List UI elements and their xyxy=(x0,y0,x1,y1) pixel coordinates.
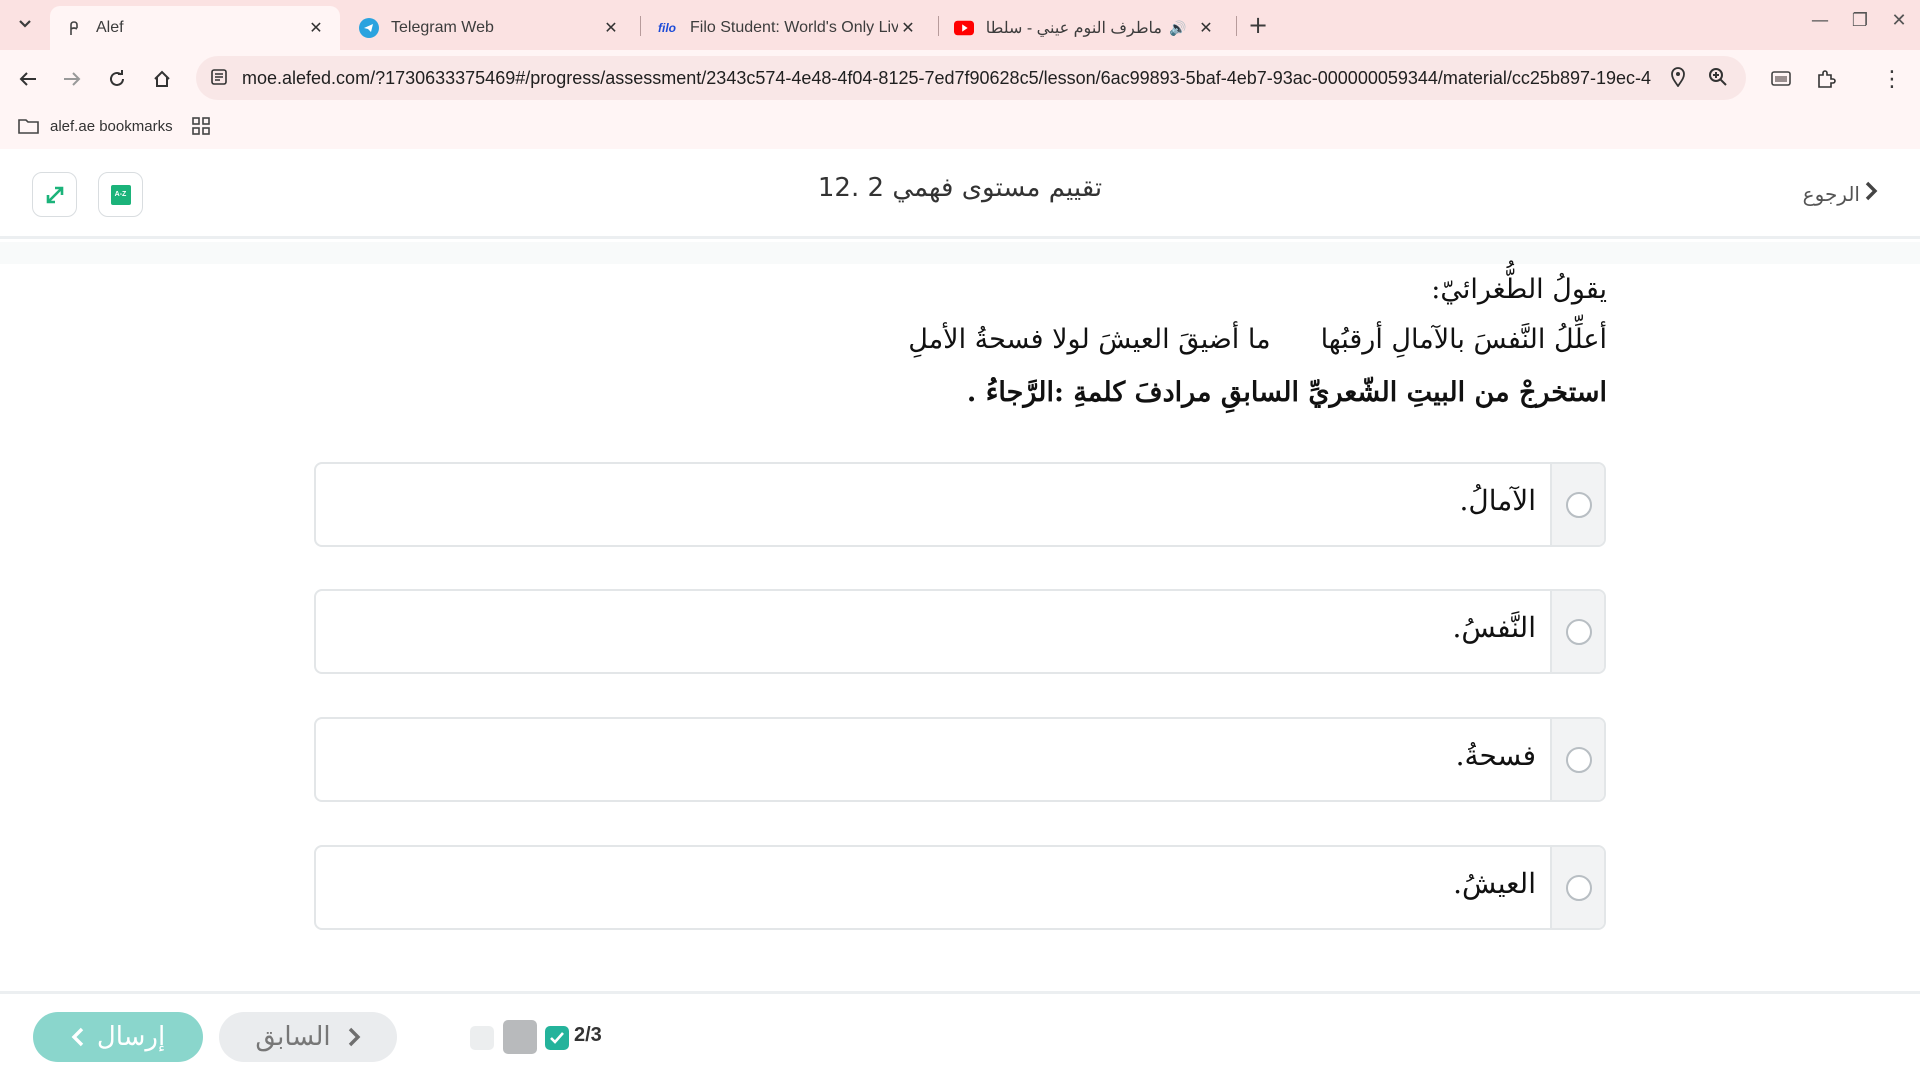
radio-button[interactable] xyxy=(1566,619,1592,645)
chevron-right-icon xyxy=(348,1027,360,1047)
assessment-footer: إرسال السابق 2/3 xyxy=(0,994,1920,1080)
youtube-icon xyxy=(954,18,974,38)
tab-search-button[interactable] xyxy=(10,9,40,39)
tab-title: Telegram Web xyxy=(391,19,494,36)
alef-favicon-icon xyxy=(64,18,84,38)
option-label: فسحةُ. xyxy=(1455,739,1536,772)
chevron-down-icon xyxy=(19,20,31,28)
speaker-icon[interactable]: 🔊 xyxy=(1168,18,1188,38)
tab-title: Filo Student: World's Only Live I xyxy=(690,19,898,36)
extensions-icon[interactable] xyxy=(1811,64,1841,94)
chevron-left-icon xyxy=(71,1027,84,1047)
close-tab-icon[interactable]: ✕ xyxy=(601,18,621,38)
tab-title: ماطرف النوم عيني - سلطان البر xyxy=(986,20,1162,37)
tab-youtube[interactable]: ماطرف النوم عيني - سلطان البر 🔊 ✕ xyxy=(940,6,1230,50)
answer-option-4[interactable]: العيشُ. xyxy=(314,845,1606,930)
address-bar[interactable]: moe.alefed.com/?1730633375469#/progress/… xyxy=(196,56,1746,100)
minimize-icon[interactable]: — xyxy=(1805,10,1835,31)
divider-band xyxy=(0,242,1920,264)
answer-option-1[interactable]: الآمالُ. xyxy=(314,462,1606,547)
submit-button[interactable]: إرسال xyxy=(33,1012,203,1062)
radio-cell[interactable] xyxy=(1550,591,1604,672)
reload-icon[interactable] xyxy=(102,64,132,94)
poetry-verse: أعلِّلُ النَّفسَ بالآمالِ أرقبُها ما أضيق… xyxy=(908,324,1607,355)
tab-telegram[interactable]: Telegram Web ✕ xyxy=(345,6,635,50)
new-tab-button[interactable]: + xyxy=(1244,12,1272,40)
tab-separator xyxy=(938,16,939,36)
previous-label: السابق xyxy=(255,1022,331,1052)
verse-second-hemistich: ما أضيقَ العيشَ لولا فسحةُ الأملِ xyxy=(908,324,1271,355)
radio-button[interactable] xyxy=(1566,747,1592,773)
page-title: 12. تقييم مستوى فهمي 2 xyxy=(817,173,1103,203)
folder-icon xyxy=(18,119,39,134)
back-arrow-icon[interactable] xyxy=(13,64,43,94)
progress-counter: 2/3 xyxy=(574,1024,602,1046)
restore-icon[interactable]: ❐ xyxy=(1845,10,1875,31)
option-label: الآمالُ. xyxy=(1459,484,1536,517)
close-window-icon[interactable]: ✕ xyxy=(1884,10,1914,31)
previous-button[interactable]: السابق xyxy=(219,1012,397,1062)
tab-separator xyxy=(1236,16,1237,36)
location-icon[interactable] xyxy=(1670,67,1686,92)
home-icon[interactable] xyxy=(147,64,177,94)
answer-option-3[interactable]: فسحةُ. xyxy=(314,717,1606,802)
submit-label: إرسال xyxy=(96,1022,166,1052)
tab-alef[interactable]: Alef ✕ xyxy=(50,6,340,50)
close-tab-icon[interactable]: ✕ xyxy=(898,18,918,38)
lesson-header: A-Z 12. تقييم مستوى فهمي 2 الرجوع xyxy=(0,149,1920,239)
radio-cell[interactable] xyxy=(1550,719,1604,800)
close-tab-icon[interactable]: ✕ xyxy=(306,18,326,38)
radio-button[interactable] xyxy=(1566,875,1592,901)
question-intro: يقولُ الطُّغرائيّ: xyxy=(1431,274,1607,305)
radio-cell[interactable] xyxy=(1550,464,1604,545)
answer-option-2[interactable]: النَّفسُ. xyxy=(314,589,1606,674)
filo-favicon-icon: filo xyxy=(658,21,676,35)
site-info-icon[interactable] xyxy=(210,68,230,88)
page-indicator-current[interactable] xyxy=(503,1020,537,1054)
apps-grid-icon[interactable] xyxy=(192,117,210,135)
cast-icon[interactable] xyxy=(1766,64,1796,94)
verse-first-hemistich: أعلِّلُ النَّفسَ بالآمالِ أرقبُها xyxy=(1320,324,1607,355)
radio-button[interactable] xyxy=(1566,492,1592,518)
bookmarks-bar: alef.ae bookmarks xyxy=(0,107,1920,149)
page-indicator-3[interactable] xyxy=(470,1026,494,1050)
back-button[interactable]: الرجوع xyxy=(1803,179,1878,209)
tab-filo[interactable]: filo Filo Student: World's Only Live I ✕ xyxy=(642,6,932,50)
browser-tab-strip: Alef ✕ Telegram Web ✕ filo Filo Student:… xyxy=(0,0,1920,50)
option-label: العيشُ. xyxy=(1453,867,1536,900)
checkmark-icon xyxy=(550,1032,564,1044)
page-indicator-done[interactable] xyxy=(545,1026,569,1050)
bookmark-folder[interactable]: alef.ae bookmarks xyxy=(18,117,173,135)
back-label: الرجوع xyxy=(1802,182,1860,206)
chevron-right-icon xyxy=(1864,179,1878,209)
bookmark-label: alef.ae bookmarks xyxy=(50,117,173,135)
question-prompt: استخرجْ من البيتِ الشّعريِّ السابقِ مراد… xyxy=(966,377,1607,408)
zoom-icon[interactable] xyxy=(1708,67,1728,92)
tab-separator xyxy=(640,16,641,36)
browser-toolbar: moe.alefed.com/?1730633375469#/progress/… xyxy=(0,50,1920,107)
option-label: النَّفسُ. xyxy=(1452,611,1536,644)
forward-arrow-icon[interactable] xyxy=(57,64,87,94)
close-tab-icon[interactable]: ✕ xyxy=(1196,18,1216,38)
more-menu-icon[interactable]: ⋮ xyxy=(1877,64,1907,94)
tab-title: Alef xyxy=(96,19,124,36)
url-text[interactable]: moe.alefed.com/?1730633375469#/progress/… xyxy=(242,68,1652,89)
question-area: يقولُ الطُّغرائيّ: أعلِّلُ النَّفسَ بالآ… xyxy=(0,264,1920,992)
radio-cell[interactable] xyxy=(1550,847,1604,928)
telegram-icon xyxy=(359,18,379,38)
